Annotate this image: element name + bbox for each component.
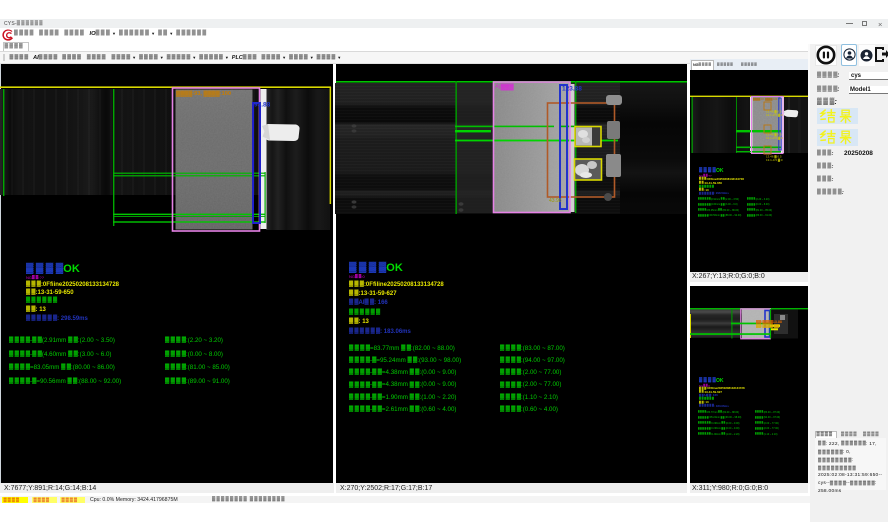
svg-text:13.1-0.5 ▓:0: 13.1-0.5 ▓:0 bbox=[766, 136, 783, 140]
svg-text:▓▓▓▓:93, ▓▓▓▓:100: ▓▓▓▓:93, ▓▓▓▓:100 bbox=[753, 98, 778, 101]
svg-text:13.1-0.5 ▓:0: 13.1-0.5 ▓:0 bbox=[766, 113, 783, 117]
svg-text:123.88: 123.88 bbox=[562, 86, 582, 93]
svg-text:93.88: 93.88 bbox=[254, 102, 271, 109]
svg-text:AI▓▓▓: AI▓▓▓ bbox=[495, 84, 514, 91]
svg-text:▓▓:▓▓▓▓ ▓▓: ▓▓:▓▓▓▓ ▓▓ bbox=[756, 323, 780, 328]
svg-text:43.98: 43.98 bbox=[549, 198, 562, 204]
svg-text:▓▓▓▓:93, ▓▓▓▓:100: ▓▓▓▓:93, ▓▓▓▓:100 bbox=[176, 90, 231, 97]
svg-text:13.1-0.5 ▓:0: 13.1-0.5 ▓:0 bbox=[766, 158, 783, 162]
